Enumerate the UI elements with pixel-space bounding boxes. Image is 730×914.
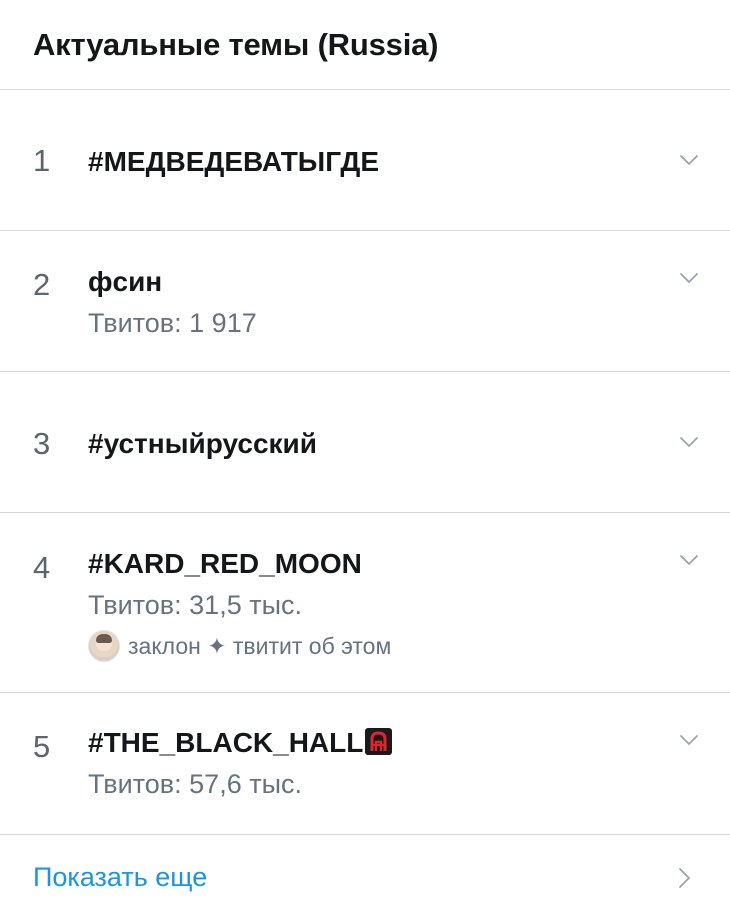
trend-item-5[interactable]: 5 #THE_BLACK_HALL Твитов: 57,6 тыс. — [0, 693, 730, 835]
trend-tweet-count: Твитов: 57,6 тыс. — [88, 769, 302, 799]
trend-rank: 2 — [33, 267, 51, 302]
trend-topic-wrapper: #THE_BLACK_HALL — [88, 727, 393, 759]
trend-topic: #МЕДВЕДЕВАТЫГДЕ — [88, 146, 380, 177]
chevron-down-icon[interactable] — [678, 729, 700, 751]
chevron-down-icon[interactable] — [678, 549, 700, 571]
trend-topic: #KARD_RED_MOON — [88, 548, 362, 579]
trend-rank: 3 — [33, 426, 51, 461]
chevron-down-icon[interactable] — [678, 149, 700, 171]
chevron-down-icon[interactable] — [678, 267, 700, 289]
trend-tweet-count: Твитов: 31,5 тыс. — [88, 590, 302, 620]
trend-rank: 1 — [33, 143, 51, 178]
trend-topic: фсин — [88, 266, 163, 297]
chevron-down-icon[interactable] — [678, 431, 700, 453]
chevron-right-icon — [679, 868, 690, 888]
trend-item-4[interactable]: 4 #KARD_RED_MOON Твитов: 31,5 тыс. закло… — [0, 513, 730, 693]
header: Актуальные темы (Russia) — [0, 0, 730, 90]
trend-item-2[interactable]: 2 фсин Твитов: 1 917 — [0, 231, 730, 372]
trend-item-3[interactable]: 3 #устныйрусский — [0, 372, 730, 513]
trend-topic: #устныйрусский — [88, 428, 317, 459]
trend-rank: 5 — [33, 729, 51, 764]
trend-topic: #THE_BLACK_HALL — [88, 727, 364, 758]
show-more-label: Показать еще — [33, 862, 208, 892]
trend-item-1[interactable]: 1 #МЕДВЕДЕВАТЫГДЕ — [0, 90, 730, 231]
social-context-text: заклон ✦ твитит об этом — [128, 632, 392, 659]
red-a-emoji-icon — [365, 728, 393, 755]
trend-social-context: заклон ✦ твитит об этом — [88, 630, 391, 662]
avatar — [88, 630, 120, 662]
trend-tweet-count: Твитов: 1 917 — [88, 308, 257, 338]
page-title: Актуальные темы (Russia) — [33, 26, 439, 62]
trend-rank: 4 — [33, 550, 51, 585]
show-more-link[interactable]: Показать еще — [0, 834, 730, 914]
